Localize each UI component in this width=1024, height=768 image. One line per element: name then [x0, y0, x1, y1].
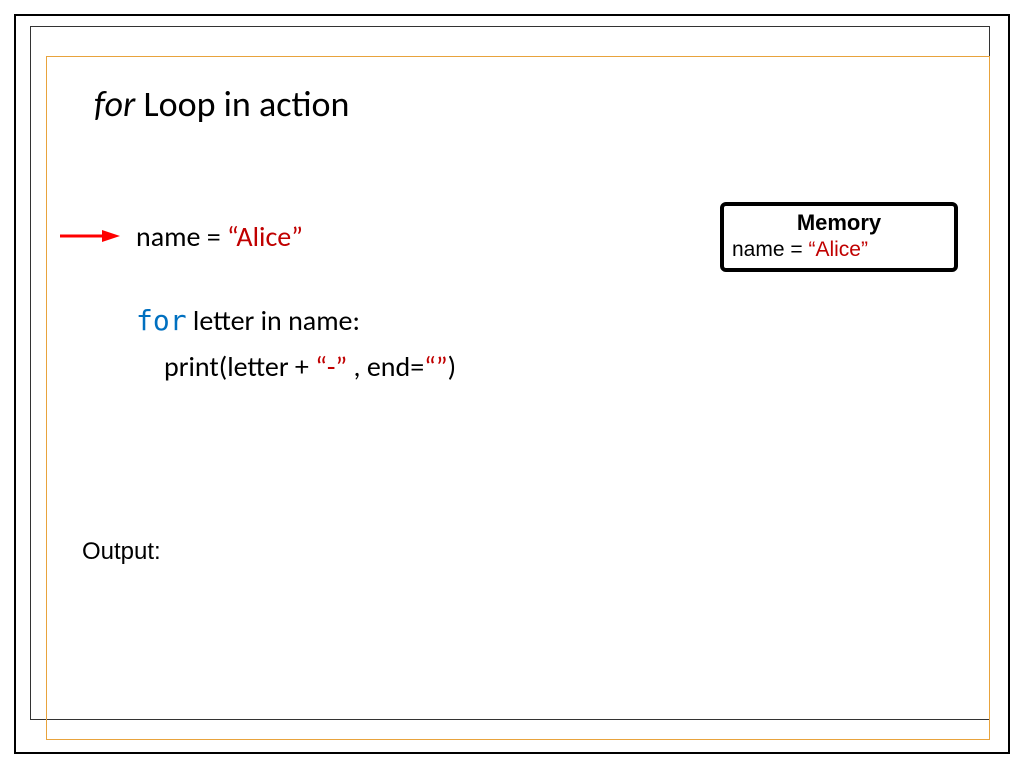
memory-title: Memory [732, 210, 946, 236]
memory-value: “Alice” [808, 238, 868, 261]
slide-title: for Loop in action [94, 82, 349, 126]
title-keyword: for [94, 82, 135, 126]
code-line-2: for letter in name: [136, 300, 456, 342]
code-string-empty: “” [424, 349, 447, 384]
title-rest: Loop in action [135, 82, 349, 126]
code-line-3: print(letter + “-” , end=“”) [136, 346, 456, 388]
memory-var: name = [732, 238, 808, 261]
code-keyword-for: for [136, 304, 187, 337]
output-label: Output: [82, 538, 161, 566]
code-block: name = “Alice” for letter in name: print… [136, 216, 456, 388]
code-print-c: ) [448, 349, 457, 384]
code-print-b: , end= [347, 349, 424, 384]
code-line-1: name = “Alice” [136, 216, 456, 258]
code-for-rest: letter in name: [187, 303, 360, 338]
code-assign-left: name = [136, 219, 227, 254]
code-string-dash: “-” [315, 349, 347, 384]
code-string-alice: “Alice” [227, 219, 303, 254]
arrow-icon [58, 228, 120, 249]
memory-box: Memory name = “Alice” [720, 202, 958, 272]
memory-content: name = “Alice” [732, 238, 946, 262]
code-print-a: print(letter + [164, 349, 315, 384]
inner-frame-orange [46, 56, 990, 740]
